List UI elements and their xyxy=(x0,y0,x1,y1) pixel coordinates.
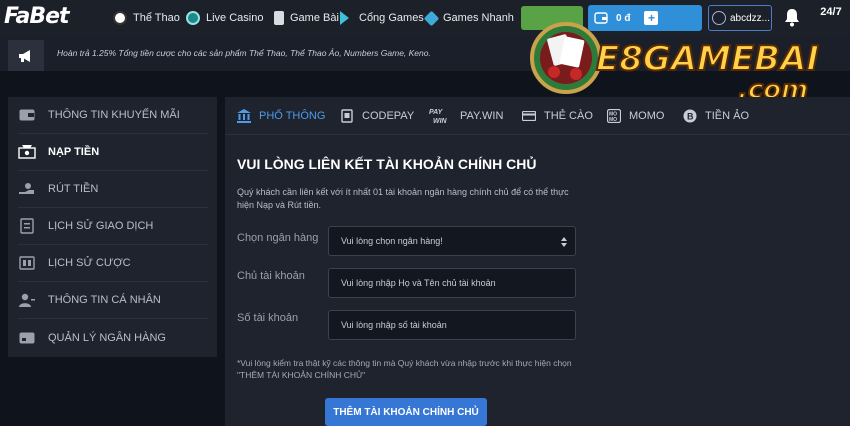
sidebar-item-label: LỊCH SỬ CƯỢC xyxy=(48,257,131,269)
nav-game-portal[interactable]: Cổng Games xyxy=(340,0,424,36)
tab-momo[interactable]: MO MO MOMO xyxy=(607,97,664,135)
bank-card-icon xyxy=(18,330,36,346)
sidebar-item-label: RÚT TIỀN xyxy=(48,183,99,195)
transaction-history-icon xyxy=(18,218,36,234)
account-owner-label: Chủ tài khoản xyxy=(237,270,305,282)
sidebar-item-bet-history[interactable]: LỊCH SỬ CƯỢC xyxy=(18,245,208,282)
sidebar-item-label: THÔNG TIN CÁ NHÂN xyxy=(48,294,161,306)
nav-label: Thể Thao xyxy=(133,12,180,24)
tab-label: TIỀN ẢO xyxy=(705,110,750,122)
gamepad-icon xyxy=(340,11,349,25)
account-number-input[interactable] xyxy=(328,310,576,340)
svg-text:PAY: PAY xyxy=(429,109,444,116)
watermark-line1: E8GAMEBAI xyxy=(596,39,819,79)
cards-icon xyxy=(274,11,284,25)
bank-select[interactable]: Vui lòng chọn ngân hàng! xyxy=(328,226,576,256)
tab-label: THẺ CÀO xyxy=(544,110,593,122)
nav-label: Cổng Games xyxy=(359,12,424,24)
account-owner-input[interactable] xyxy=(328,268,576,298)
announcement-text: Hoàn trả 1.25% Tổng tiền cược cho các sả… xyxy=(57,48,431,58)
watermark-logo: E8GAMEBAI .com xyxy=(530,22,820,106)
sidebar-item-label: QUẢN LÝ NGÂN HÀNG xyxy=(48,331,166,344)
svg-text:MO: MO xyxy=(609,117,617,123)
soccer-ball-icon xyxy=(113,11,127,25)
account-number-label: Số tài khoản xyxy=(237,312,299,324)
verification-note: *Vui lòng kiểm tra thật kỹ các thông tin… xyxy=(237,358,572,380)
add-account-button[interactable]: THÊM TÀI KHOẢN CHÍNH CHỦ xyxy=(325,398,487,426)
sidebar-item-promotions[interactable]: THÔNG TIN KHUYẾN MÃI xyxy=(18,97,208,134)
nav-label: Games Nhanh xyxy=(443,12,514,24)
sidebar-item-withdraw[interactable]: RÚT TIỀN xyxy=(18,171,208,208)
nav-label: Game Bài xyxy=(290,12,339,24)
nav-fast-games[interactable]: Games Nhanh xyxy=(423,0,514,36)
bank-select-label: Chọn ngân hàng xyxy=(237,232,319,244)
nav-live-casino[interactable]: Live Casino xyxy=(186,0,263,36)
nav-sports[interactable]: Thể Thao xyxy=(113,0,180,36)
paywin-logo-icon: PAY WIN xyxy=(428,109,452,125)
form-description: Quý khách cần liên kết với ít nhất 01 tà… xyxy=(237,187,569,210)
tab-label: MOMO xyxy=(629,110,665,122)
deposit-icon xyxy=(18,144,36,160)
sort-arrows-icon xyxy=(561,237,567,247)
code-icon xyxy=(340,109,354,123)
sidebar-item-deposit[interactable]: NẠP TIỀN xyxy=(18,134,208,171)
svg-text:B: B xyxy=(687,112,694,122)
bet-history-icon xyxy=(18,255,36,271)
bitcoin-icon: B xyxy=(683,109,697,123)
form-title: VUI LÒNG LIÊN KẾT TÀI KHOẢN CHÍNH CHỦ xyxy=(237,156,537,172)
sidebar-item-label: NẠP TIỀN xyxy=(48,146,100,158)
tab-codepay[interactable]: CODEPAY xyxy=(340,97,414,135)
card-icon xyxy=(522,109,536,123)
lightning-icon xyxy=(423,10,440,26)
tab-label: CODEPAY xyxy=(362,110,415,122)
sidebar-item-label: LỊCH SỬ GIAO DỊCH xyxy=(48,220,154,232)
site-logo[interactable]: FaBet xyxy=(4,4,70,29)
momo-logo-icon: MO MO xyxy=(607,109,621,123)
sidebar-item-bank-management[interactable]: QUẢN LÝ NGÂN HÀNG xyxy=(18,319,208,356)
tab-crypto[interactable]: B TIỀN ẢO xyxy=(683,97,749,135)
sidebar-item-profile[interactable]: THÔNG TIN CÁ NHÂN xyxy=(18,282,208,319)
casino-chip-icon xyxy=(186,11,200,25)
tab-scratch-card[interactable]: THẺ CÀO xyxy=(522,97,593,135)
tab-label: PHỔ THÔNG xyxy=(259,110,326,122)
bank-icon xyxy=(237,109,251,123)
megaphone-icon xyxy=(8,40,44,71)
nav-card-games[interactable]: Game Bài xyxy=(274,0,339,36)
nav-label: Live Casino xyxy=(206,12,264,24)
sidebar-item-label: THÔNG TIN KHUYẾN MÃI xyxy=(48,109,180,121)
sidebar-item-transaction-history[interactable]: LỊCH SỬ GIAO DỊCH xyxy=(18,208,208,245)
user-profile-icon xyxy=(18,292,36,308)
svg-text:WIN: WIN xyxy=(433,118,448,125)
tab-label: PAY.WIN xyxy=(460,110,504,122)
wallet-icon xyxy=(18,107,36,123)
tab-standard[interactable]: PHỔ THÔNG xyxy=(237,97,325,135)
bank-select-value: Vui lòng chọn ngân hàng! xyxy=(341,236,443,246)
withdraw-icon xyxy=(18,181,36,197)
tab-paywin[interactable]: PAY WIN PAY.WIN xyxy=(428,97,503,135)
